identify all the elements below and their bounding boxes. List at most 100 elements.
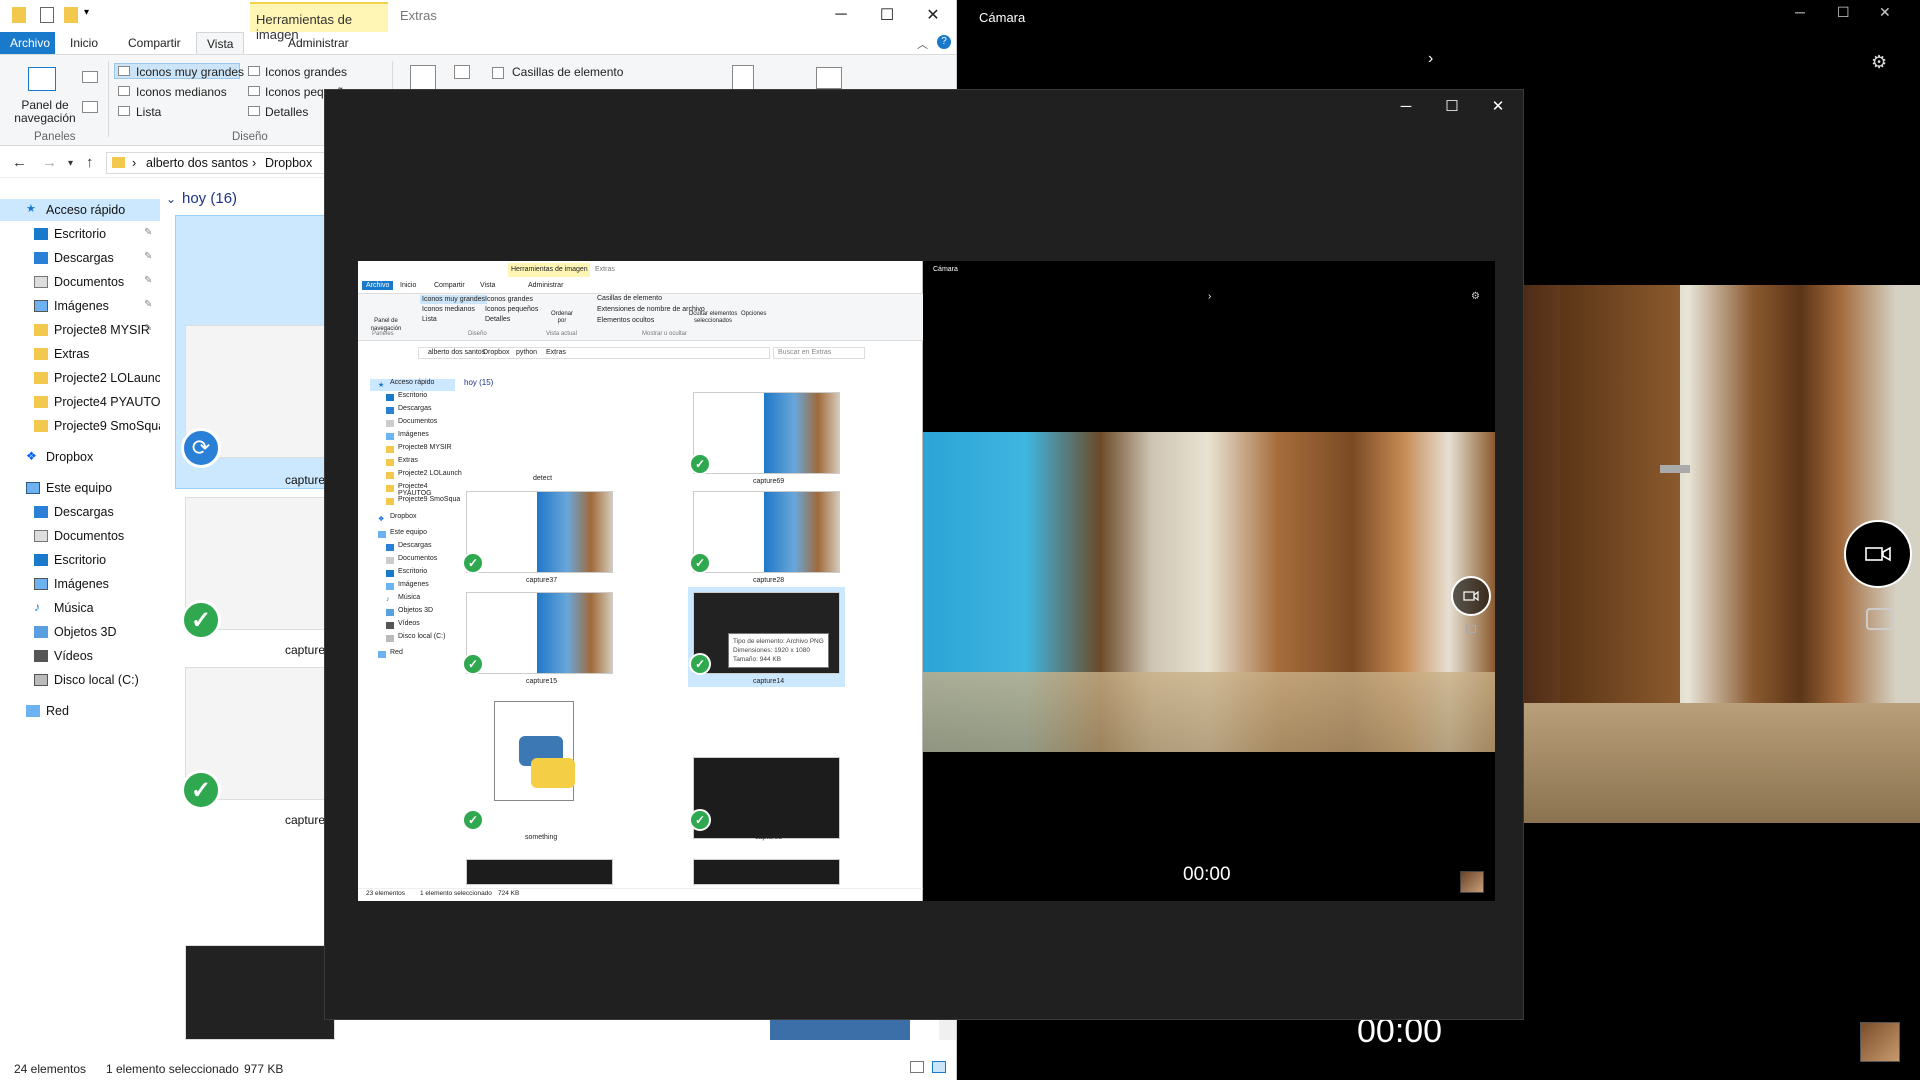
- new-folder-icon[interactable]: [64, 7, 78, 23]
- chevron-down-icon[interactable]: ⌄: [166, 192, 176, 206]
- pin-icon[interactable]: ✎: [144, 251, 152, 262]
- file-thumbnail[interactable]: [185, 945, 335, 1040]
- file-name: something: [525, 834, 558, 841]
- nav-documents[interactable]: Documentos ✎: [0, 271, 160, 293]
- nav-pc-music[interactable]: ♪ Música: [0, 597, 160, 619]
- last-capture-thumbnail[interactable]: [1860, 1022, 1900, 1062]
- synced-check-icon: ✓: [689, 453, 711, 475]
- nav-projecte2: Projecte2 LOLaunch: [378, 470, 463, 482]
- navigation-pane-button[interactable]: Panel de navegación: [10, 99, 80, 125]
- layout-large-icons[interactable]: Iconos grandes: [265, 65, 347, 79]
- nav-this-pc[interactable]: Este equipo: [0, 477, 160, 499]
- close-button[interactable]: ✕: [910, 0, 956, 30]
- python-logo-yellow: [531, 758, 575, 788]
- window-title: Extras: [400, 8, 437, 23]
- tab-home[interactable]: Inicio: [60, 32, 108, 54]
- last-capture-thumbnail: [1460, 871, 1484, 893]
- layout-list[interactable]: Lista: [136, 105, 161, 119]
- nav-pc-videos[interactable]: Vídeos: [0, 645, 160, 667]
- chevron-down-icon[interactable]: ▾: [84, 7, 98, 23]
- tab-file: Archivo: [362, 281, 394, 290]
- pin-icon[interactable]: ✎: [144, 275, 152, 286]
- layout-extra-large-icons[interactable]: Iconos muy grandes: [136, 65, 244, 79]
- computer-icon: [378, 531, 386, 538]
- tab-share[interactable]: Compartir: [118, 32, 191, 54]
- nav-pc-videos: Vídeos: [378, 620, 463, 632]
- small-icons-icon: [248, 86, 260, 96]
- record-video-button[interactable]: [1844, 520, 1912, 588]
- forward-arrow-icon[interactable]: →: [42, 154, 57, 171]
- nav-pc-pictures[interactable]: Imágenes: [0, 573, 160, 595]
- minimize-button[interactable]: ─: [1383, 90, 1429, 122]
- nav-extras[interactable]: Extras: [0, 343, 160, 365]
- nav-extras: Extras: [378, 457, 463, 469]
- nav-quick-access[interactable]: ★ Acceso rápido: [0, 199, 160, 221]
- group-by-icon[interactable]: [454, 65, 470, 79]
- nav-projecte4[interactable]: Projecte4 PYAUTOG: [0, 391, 160, 413]
- close-button[interactable]: ✕: [1879, 4, 1891, 21]
- pin-icon[interactable]: ✎: [144, 323, 152, 334]
- cube-icon: [34, 626, 48, 638]
- item-checkboxes-checkbox[interactable]: [492, 67, 504, 79]
- group-header[interactable]: hoy (16): [182, 190, 237, 207]
- documents-icon: [34, 530, 48, 542]
- tab-share: Compartir: [434, 282, 465, 289]
- back-arrow-icon[interactable]: ←: [12, 154, 27, 171]
- layout-details[interactable]: Detalles: [265, 105, 308, 119]
- layout-list: Lista: [422, 316, 437, 323]
- nav-network[interactable]: Red: [0, 700, 160, 722]
- properties-icon[interactable]: [40, 7, 54, 23]
- nav-pc-documents[interactable]: Documentos: [0, 525, 160, 547]
- tab-manage[interactable]: Administrar: [278, 32, 359, 54]
- download-icon: [34, 252, 48, 264]
- sort-by-button: Ordenar por: [550, 311, 573, 324]
- take-photo-button[interactable]: [1866, 608, 1894, 630]
- navigation-pane-icon[interactable]: [28, 67, 56, 91]
- desktop-icon: [34, 554, 48, 566]
- preview-pane-icon[interactable]: [82, 71, 98, 83]
- maximize-button[interactable]: ☐: [1837, 4, 1850, 21]
- breadcrumb-user[interactable]: alberto dos santos: [146, 156, 248, 170]
- minimize-button[interactable]: ─: [1795, 4, 1805, 20]
- documents-icon: [34, 276, 48, 288]
- chevron-right-icon[interactable]: ›: [1428, 50, 1433, 68]
- minimize-button[interactable]: ─: [818, 0, 864, 30]
- options-icon[interactable]: [816, 67, 842, 89]
- nav-projecte9[interactable]: Projecte9 SmoSqua: [0, 415, 160, 437]
- maximize-button[interactable]: ☐: [1429, 90, 1475, 122]
- window-title: Cámara: [933, 266, 958, 273]
- chevron-up-icon[interactable]: ︿: [917, 36, 928, 52]
- tab-view[interactable]: Vista: [196, 32, 245, 54]
- recent-chevron-icon[interactable]: ▾: [68, 158, 73, 169]
- nav-dropbox[interactable]: ❖ Dropbox: [0, 446, 160, 468]
- close-button[interactable]: ✕: [1475, 90, 1521, 122]
- maximize-button[interactable]: ☐: [864, 0, 910, 30]
- nav-projecte8[interactable]: Projecte8 MYSIR ✎: [0, 319, 160, 341]
- network-icon: [378, 651, 386, 658]
- gear-icon[interactable]: ⚙: [1871, 52, 1887, 73]
- layout-medium-icons[interactable]: Iconos medianos: [136, 85, 227, 99]
- details-pane-icon[interactable]: [82, 101, 98, 113]
- help-icon[interactable]: ?: [937, 35, 951, 49]
- nav-projecte2[interactable]: Projecte2 LOLaunch: [0, 367, 160, 389]
- selection-size: 977 KB: [244, 1062, 284, 1076]
- pin-icon[interactable]: ✎: [144, 227, 152, 238]
- music-note-icon: ♪: [34, 600, 40, 614]
- tab-file[interactable]: Archivo: [0, 32, 55, 54]
- nav-pc-downloads[interactable]: Descargas: [0, 501, 160, 523]
- pin-icon[interactable]: ✎: [144, 299, 152, 310]
- breadcrumb-dropbox[interactable]: Dropbox: [265, 156, 312, 170]
- file-thumbnail: [693, 859, 840, 885]
- layout-details: Detalles: [485, 316, 511, 323]
- large-icons-view-icon[interactable]: [932, 1061, 946, 1073]
- nav-pc-3d-objects[interactable]: Objetos 3D: [0, 621, 160, 643]
- nav-desktop[interactable]: Escritorio ✎: [0, 223, 160, 245]
- nav-pictures[interactable]: Imágenes ✎: [0, 295, 160, 317]
- up-arrow-icon[interactable]: ↑: [86, 154, 94, 171]
- nav-pc-local-disk[interactable]: Disco local (C:): [0, 669, 160, 691]
- layout-large-icons: Iconos grandes: [485, 296, 533, 303]
- nav-downloads[interactable]: Descargas ✎: [0, 247, 160, 269]
- details-view-icon[interactable]: [910, 1061, 924, 1073]
- nav-pc-desktop[interactable]: Escritorio: [0, 549, 160, 571]
- tab-image-tools[interactable]: Herramientas de imagen: [250, 2, 388, 42]
